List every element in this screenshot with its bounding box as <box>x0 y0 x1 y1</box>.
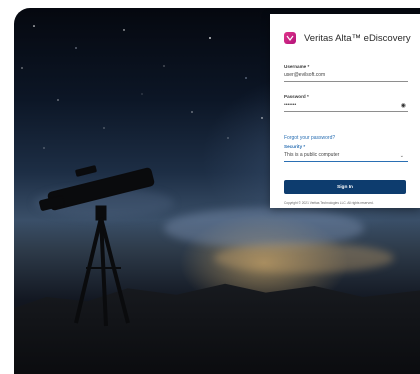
cloud <box>164 208 364 248</box>
security-value[interactable]: This is a public computer <box>284 152 408 158</box>
password-label: Password * <box>284 94 309 99</box>
brand-header: Veritas Alta™ eDiscovery <box>284 32 411 44</box>
veritas-logo-icon <box>284 32 296 44</box>
security-label: Security * <box>284 144 306 149</box>
password-underline <box>284 111 408 112</box>
cloud <box>214 243 394 273</box>
password-field[interactable]: Password * ••••••• ◉ <box>284 94 408 112</box>
username-field[interactable]: Username * user@evilsoft.com <box>284 64 408 82</box>
eye-icon[interactable]: ◉ <box>401 103 406 109</box>
app-title: Veritas Alta™ eDiscovery <box>304 32 411 44</box>
password-input[interactable]: ••••••• <box>284 102 408 108</box>
telescope-silhouette <box>39 165 155 327</box>
sign-in-button[interactable]: Sign In <box>284 180 406 194</box>
username-input[interactable]: user@evilsoft.com <box>284 72 408 78</box>
username-underline <box>284 81 408 82</box>
forgot-password-link[interactable]: Forgot your password? <box>284 135 335 141</box>
chevron-down-icon[interactable]: ⌄ <box>400 153 404 159</box>
login-card: Veritas Alta™ eDiscovery Username * user… <box>270 14 420 208</box>
username-label: Username * <box>284 64 310 69</box>
security-underline <box>284 161 408 162</box>
copyright-text: Copyright © 2021 Veritas Technologies LL… <box>284 201 374 205</box>
security-select[interactable]: Security * This is a public computer ⌄ <box>284 144 408 162</box>
